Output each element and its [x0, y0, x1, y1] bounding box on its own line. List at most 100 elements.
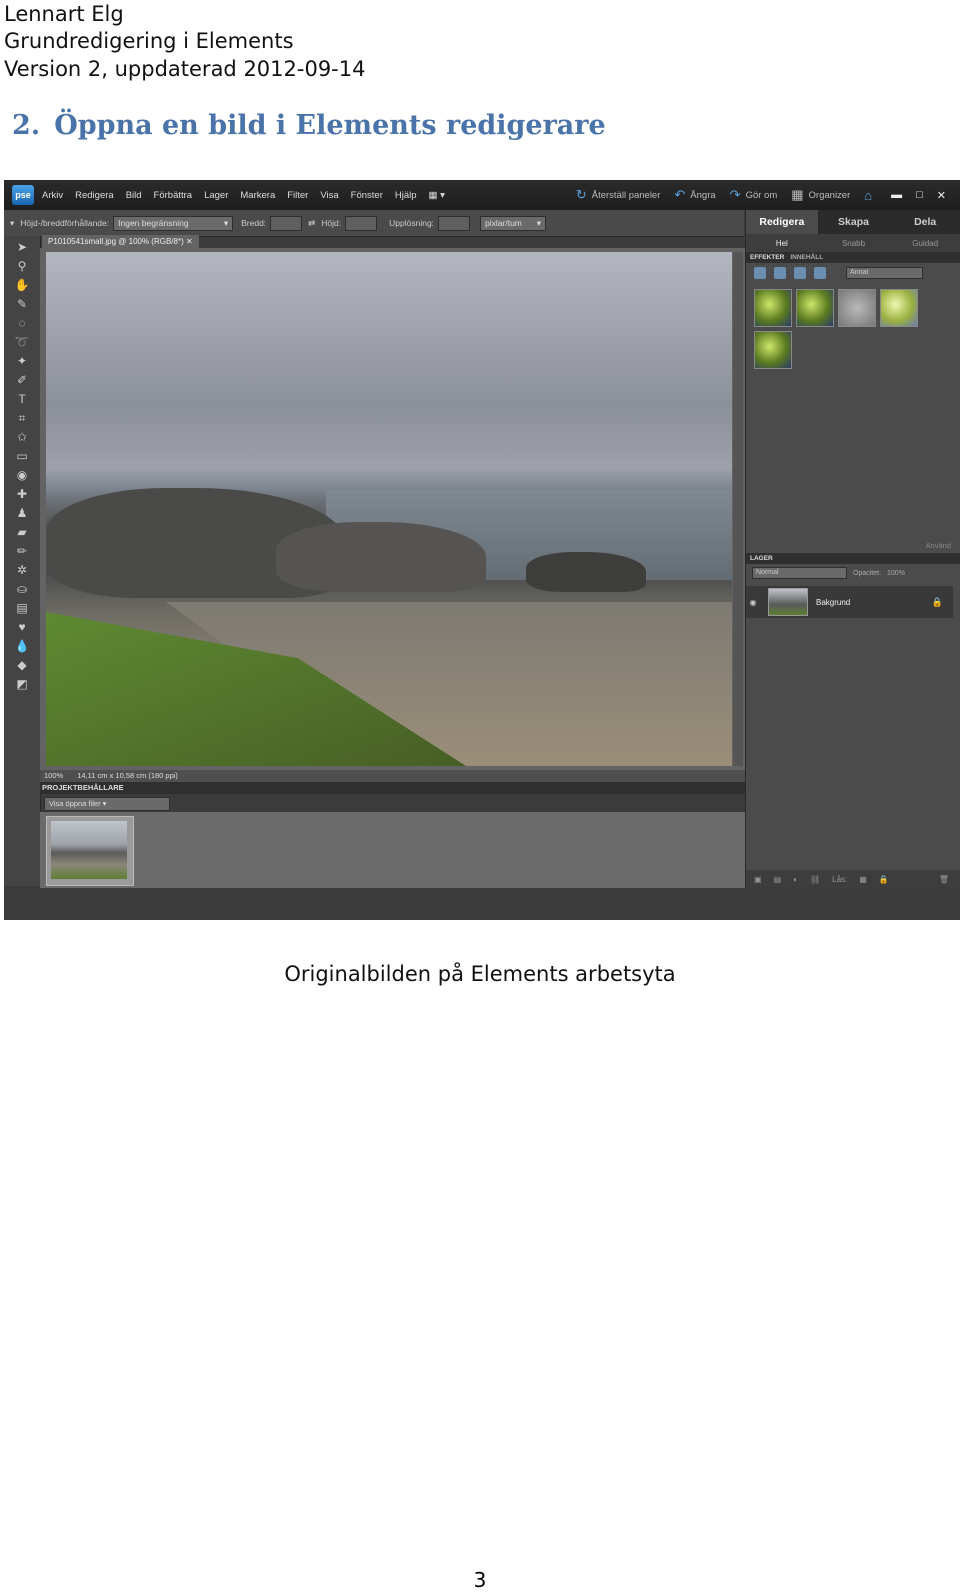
menu-fonster[interactable]: Fönster [351, 190, 383, 201]
ratio-value: Ingen begränsning [118, 218, 189, 228]
quick-selection-tool-icon[interactable]: ✐ [12, 372, 32, 388]
crop-tool-icon[interactable]: ⌗ [12, 410, 32, 426]
fx-icon[interactable] [814, 267, 826, 279]
redo-button[interactable]: ↷ Gör om [730, 187, 778, 203]
document-size: 14,11 cm x 10,58 cm (180 ppi) [77, 771, 178, 780]
menu-forbattra[interactable]: Förbättra [154, 190, 193, 201]
menu-arkiv[interactable]: Arkiv [42, 190, 63, 201]
shape-tool-icon[interactable]: ♥ [12, 619, 32, 635]
reset-panels-label: Återställ paneler [591, 189, 661, 201]
unit-select[interactable]: pixlar/tum ▾ [480, 215, 547, 231]
maximize-icon[interactable]: □ [916, 189, 923, 201]
menu-filter[interactable]: Filter [287, 190, 308, 201]
minimize-icon[interactable]: ▬ [891, 189, 902, 201]
layers-options-row: Normal Opacitet: 100% [746, 564, 960, 582]
effect-thumbnail[interactable] [754, 289, 792, 327]
smart-brush-tool-icon[interactable]: ✲ [12, 562, 32, 578]
text-tool-icon[interactable]: T [12, 391, 32, 407]
photo-effects-icon[interactable] [794, 267, 806, 279]
lasso-tool-icon[interactable]: ➰ [12, 334, 32, 350]
effects-category-select[interactable]: Annat [846, 267, 923, 279]
filters-icon[interactable] [754, 267, 766, 279]
eraser-tool-icon[interactable]: ▰ [12, 524, 32, 540]
menu-visa[interactable]: Visa [320, 190, 338, 201]
cookie-cutter-tool-icon[interactable]: ✩ [12, 429, 32, 445]
home-button[interactable]: ⌂ [864, 188, 877, 203]
tools-panel: ➤ ⚲ ✋ ✎ ◌ ➰ ✦ ✐ T ⌗ ✩ ▭ ◉ ✚ ♟ ▰ ✏ ✲ ⛀ ▤ … [4, 236, 41, 886]
workspace-layout-icon[interactable]: ▦ ▾ [429, 190, 445, 201]
new-layer-icon[interactable]: ▣ [754, 875, 762, 884]
eyedropper-tool-icon[interactable]: ✎ [12, 296, 32, 312]
subtab-snabb[interactable]: Snabb [818, 234, 890, 252]
menu-markera[interactable]: Markera [240, 190, 275, 201]
new-group-icon[interactable]: ▤ [774, 875, 782, 884]
effect-thumbnail[interactable] [880, 289, 918, 327]
photo-seascape [46, 252, 732, 766]
subtab-guidad[interactable]: Guidad [889, 234, 960, 252]
link-icon[interactable]: ⛓ [810, 875, 820, 884]
close-icon[interactable]: ✕ [937, 189, 946, 202]
width-field[interactable] [270, 215, 303, 231]
zoom-tool-icon[interactable]: ⚲ [12, 258, 32, 274]
ratio-select[interactable]: Ingen begränsning ▾ [113, 215, 234, 231]
app-logo[interactable]: pse [12, 185, 34, 205]
document-tab[interactable]: P1010541small.jpg @ 100% (RGB/8*) ✕ [42, 235, 199, 249]
canvas-scrollbar[interactable] [733, 252, 743, 766]
layer-styles-icon[interactable] [774, 267, 786, 279]
straighten-tool-icon[interactable]: ▭ [12, 448, 32, 464]
opacity-value[interactable]: 100% [887, 570, 905, 577]
gradient-tool-icon[interactable]: ▤ [12, 600, 32, 616]
lock-all-icon[interactable]: 🔒 [879, 875, 889, 884]
tab-dela[interactable]: Dela [889, 210, 960, 234]
effect-thumbnail[interactable] [796, 289, 834, 327]
layer-row[interactable]: ◉ Bakgrund 🔒 [746, 586, 953, 618]
blur-tool-icon[interactable]: 💧 [12, 638, 32, 654]
eye-icon[interactable]: ◉ [746, 598, 760, 607]
options-dropdown-icon[interactable]: ▾ [10, 218, 14, 229]
project-bin [40, 812, 745, 888]
sponge-tool-icon[interactable]: ◆ [12, 657, 32, 673]
grid-icon: ▦ [791, 187, 804, 202]
trash-icon[interactable]: 🗑 [939, 875, 949, 884]
red-eye-tool-icon[interactable]: ◉ [12, 467, 32, 483]
lock-transparent-icon[interactable]: ▦ [859, 875, 867, 884]
content-tab[interactable]: INNEHÅLL [790, 252, 823, 263]
resolution-field[interactable] [438, 215, 471, 231]
blend-mode-select[interactable]: Normal [752, 567, 847, 579]
apply-button[interactable]: Använd [746, 539, 960, 553]
paint-bucket-tool-icon[interactable]: ⛀ [12, 581, 32, 597]
page-number: 3 [473, 1568, 487, 1592]
hand-tool-icon[interactable]: ✋ [12, 277, 32, 293]
tab-redigera[interactable]: Redigera [746, 210, 818, 234]
reset-panels-button[interactable]: ↻ Återställ paneler [576, 187, 661, 203]
subtab-hel[interactable]: Hel [746, 234, 818, 252]
move-tool-icon[interactable]: ➤ [12, 239, 32, 255]
width-label: Bredd: [241, 218, 267, 228]
brush-tool-icon[interactable]: ✏ [12, 543, 32, 559]
undo-button[interactable]: ↶ Ångra [674, 187, 715, 203]
marquee-tool-icon[interactable]: ◌ [12, 315, 32, 331]
height-field[interactable] [345, 215, 378, 231]
menu-bar: pse Arkiv Redigera Bild Förbättra Lager … [4, 180, 960, 210]
document-tab-label: P1010541small.jpg @ 100% (RGB/8*) [48, 237, 184, 246]
effect-thumbnail[interactable] [754, 331, 792, 369]
effects-tab[interactable]: EFFEKTER [750, 252, 784, 263]
clone-stamp-tool-icon[interactable]: ♟ [12, 505, 32, 521]
adjustment-layer-icon[interactable]: ◐ [793, 875, 798, 884]
swap-icon[interactable]: ⇄ [308, 218, 315, 229]
project-bin-select[interactable]: Visa öppna filer ▾ [44, 797, 170, 811]
menu-hjalp[interactable]: Hjälp [395, 190, 417, 201]
tab-skapa[interactable]: Skapa [818, 210, 890, 234]
close-tab-icon[interactable]: ✕ [186, 237, 193, 246]
menu-redigera[interactable]: Redigera [75, 190, 114, 201]
color-swatches-icon[interactable]: ◩ [12, 676, 32, 692]
healing-brush-tool-icon[interactable]: ✚ [12, 486, 32, 502]
undo-icon: ↶ [674, 187, 686, 202]
chevron-down-icon: ▾ [223, 217, 229, 228]
effect-thumbnail[interactable] [838, 289, 876, 327]
menu-lager[interactable]: Lager [204, 190, 228, 201]
project-thumbnail[interactable] [46, 816, 134, 886]
magic-wand-tool-icon[interactable]: ✦ [12, 353, 32, 369]
menu-bild[interactable]: Bild [126, 190, 142, 201]
organizer-button[interactable]: ▦ Organizer [791, 187, 850, 203]
